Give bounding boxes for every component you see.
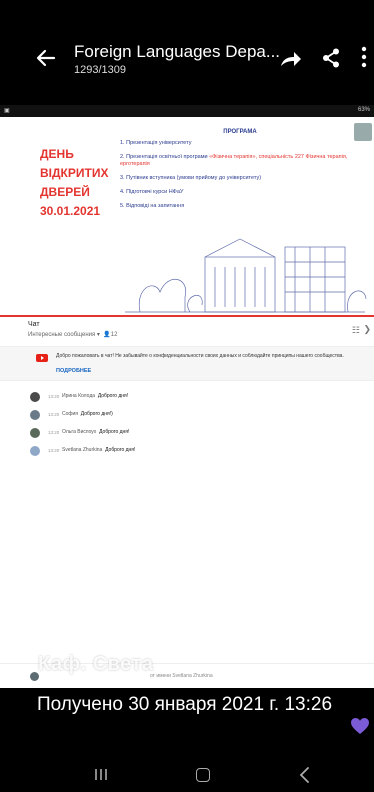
university-sketch-illustration <box>125 238 367 313</box>
received-date: Получено 30 января 2021 г. 13:26 <box>37 694 333 715</box>
share-icon[interactable] <box>322 48 340 68</box>
slide-heading-line: ВІДКРИТИХ <box>40 166 109 180</box>
message-text: Доброго дня! <box>99 429 130 435</box>
chat-welcome-banner: Добро пожаловать в чат! Не забывайте о к… <box>0 347 374 381</box>
slide-heading-line: ДЕНЬ <box>40 147 74 161</box>
slide-heading-line: 30.01.2021 <box>40 204 101 218</box>
message-time: 13:20 <box>48 448 60 453</box>
gallery-top-bar: Foreign Languages Depa... 1293/1309 <box>0 0 374 105</box>
viewer-count: 12 <box>110 332 118 338</box>
chat-message: 13:20 Ольга Виспоух Доброго дня! <box>0 427 374 445</box>
program-item: 1. Презентація університету <box>120 140 192 146</box>
youtube-icon <box>36 354 48 362</box>
home-icon[interactable] <box>196 768 210 782</box>
more-link[interactable]: ПОДРОБНЕЕ <box>56 368 91 374</box>
inner-status-bar: ▣ 63% <box>0 105 374 117</box>
recent-apps-icon[interactable] <box>94 768 108 781</box>
nav-back-icon[interactable] <box>298 767 312 783</box>
slide-program: ПРОГРАМА 1. Презентація університету 2. … <box>120 129 360 217</box>
battery-level: 63% <box>357 107 370 113</box>
avatar <box>30 428 40 438</box>
watermark-text: Каф. Света <box>38 653 154 675</box>
favorite-heart-icon[interactable] <box>350 717 370 735</box>
message-time: 13:20 <box>48 412 60 417</box>
chat-mode[interactable]: Интересные сообщения ▾ 👤12 <box>28 331 117 338</box>
slide-heading: ДЕНЬ ВІДКРИТИХ ДВЕРЕЙ 30.01.2021 <box>40 145 108 221</box>
program-item: 2. Презентація освітньої програми «Фізич… <box>120 154 348 167</box>
chat-input-placeholder[interactable]: от имени Svetlana Zhurkina <box>150 673 213 679</box>
chat-title: Чат <box>28 321 40 328</box>
welcome-text: Добро пожаловать в чат! Не забывайте о к… <box>56 353 344 359</box>
system-nav-bar <box>0 758 374 792</box>
chat-message: 13:20 Svetlana Zhurkina Доброго дня! <box>0 445 374 463</box>
message-text: Доброго дня!) <box>80 411 113 417</box>
avatar <box>30 410 40 420</box>
chat-close-icon[interactable]: ❯ <box>363 324 371 335</box>
chat-messages: 13:20 Ирина Колода Доброго дня! 13:20 Со… <box>0 381 374 463</box>
program-title: ПРОГРАМА <box>223 129 257 135</box>
webcam-thumbnail <box>354 123 372 141</box>
gallery-status-icon: ▣ <box>4 108 10 114</box>
message-author: Svetlana Zhurkina Доброго дня! <box>62 447 136 453</box>
program-item: 3. Путівник вступника (умови прийому до … <box>120 175 262 181</box>
image-counter: 1293/1309 <box>74 64 126 76</box>
presentation-slide: ДЕНЬ ВІДКРИТИХ ДВЕРЕЙ 30.01.2021 ПРОГРАМ… <box>0 117 374 317</box>
viewers-icon: 👤 <box>103 332 111 338</box>
program-item: 4. Підготовчі курси НФаУ <box>120 189 184 195</box>
back-arrow-icon[interactable] <box>36 48 56 68</box>
slide-heading-line: ДВЕРЕЙ <box>40 185 90 199</box>
chat-menu-icon[interactable]: ☷ <box>352 325 360 336</box>
message-text: Доброго дня! <box>105 447 136 453</box>
chat-header: Чат Интересные сообщения ▾ 👤12 ☷ ❯ <box>0 317 374 347</box>
message-author: София Доброго дня!) <box>62 411 113 417</box>
album-title: Foreign Languages Depa... <box>74 42 281 61</box>
avatar <box>30 446 40 456</box>
message-time: 13:20 <box>48 430 60 435</box>
screenshot-image: ▣ 63% ДЕНЬ ВІДКРИТИХ ДВЕРЕЙ 30.01.2021 П… <box>0 105 374 688</box>
message-author: Ольга Виспоух Доброго дня! <box>62 429 130 435</box>
forward-icon[interactable] <box>280 50 302 68</box>
avatar <box>30 392 40 402</box>
program-item: 5. Відповіді на запитання <box>120 203 185 209</box>
chat-message: 13:20 София Доброго дня!) <box>0 409 374 427</box>
more-options-icon[interactable] <box>361 46 367 68</box>
message-time: 13:20 <box>48 394 60 399</box>
chat-message: 13:20 Ирина Колода Доброго дня! <box>0 391 374 409</box>
message-author: Ирина Колода Доброго дня! <box>62 393 129 399</box>
message-text: Доброго дня! <box>97 393 129 399</box>
